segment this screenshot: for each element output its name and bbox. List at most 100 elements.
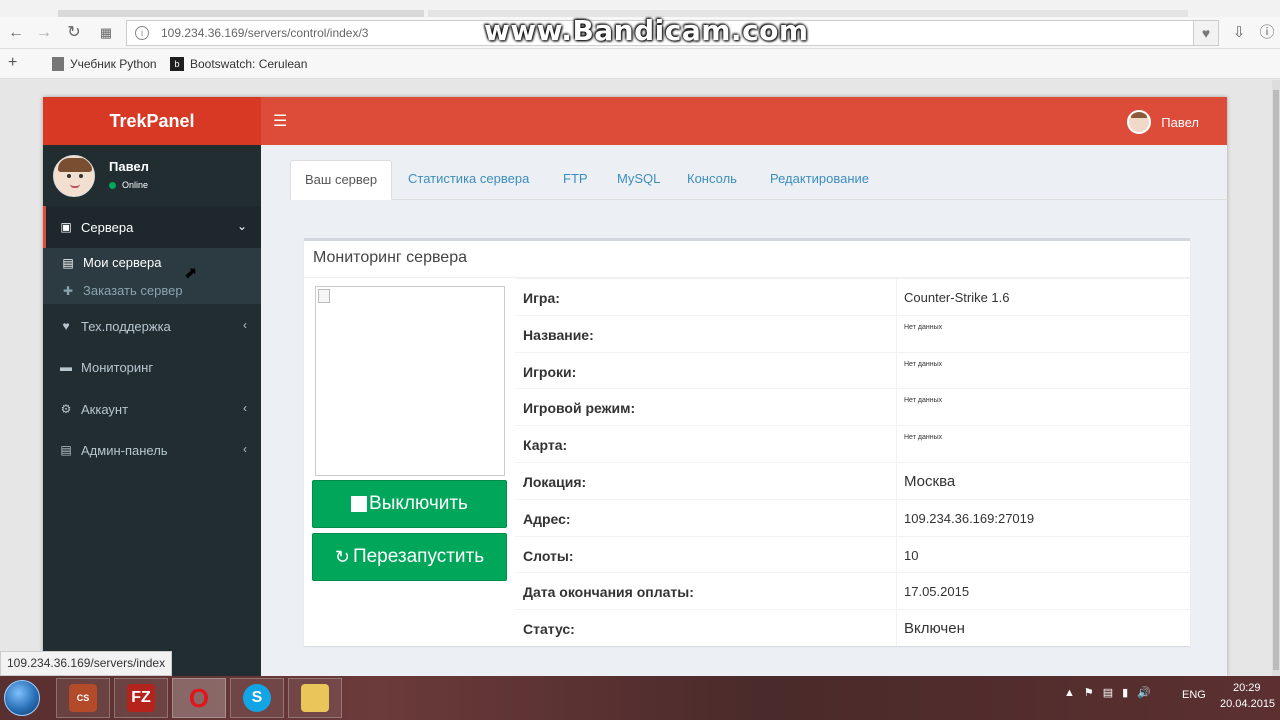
back-icon[interactable]: ← bbox=[6, 23, 26, 43]
table-row: Слоты: 10 bbox=[515, 535, 1190, 573]
sidebar-item-order-server[interactable]: ✚ Заказать сервер bbox=[61, 283, 183, 298]
tab-edit[interactable]: Редактирование bbox=[756, 160, 883, 200]
sidebar-item-label: Аккаунт bbox=[81, 401, 129, 417]
chevron-down-icon: ⌄ bbox=[236, 219, 247, 233]
add-bookmark-icon[interactable]: + bbox=[8, 54, 17, 72]
server-icon: ▤ bbox=[62, 255, 74, 270]
server-tabs: Ваш сервер Статистика сервера FTP MySQL … bbox=[290, 160, 1228, 200]
tab-your-server[interactable]: Ваш сервер bbox=[290, 160, 393, 200]
start-button[interactable] bbox=[4, 680, 40, 716]
table-row: Игровой режим: Нет данных bbox=[515, 388, 1190, 426]
taskbar-cs-app[interactable]: CS bbox=[56, 678, 110, 718]
monitoring-box: Мониторинг сервера Выключить ↻ Перезапус… bbox=[304, 238, 1190, 646]
tab-console[interactable]: Консоль bbox=[673, 160, 751, 200]
refresh-icon: ↻ bbox=[334, 546, 350, 567]
signal-icon[interactable]: ▮ bbox=[1122, 686, 1128, 699]
sidebar-item-support[interactable]: ♥ Тех.поддержка ‹ bbox=[43, 305, 261, 347]
table-row: Карта: Нет данных bbox=[515, 425, 1190, 462]
sidebar-item-label: Мои сервера bbox=[83, 255, 162, 270]
avatar bbox=[1127, 110, 1152, 134]
bootswatch-icon: b bbox=[170, 57, 184, 71]
site-info-icon[interactable]: i bbox=[135, 26, 149, 40]
info-icon[interactable]: ⓘ bbox=[1258, 24, 1276, 42]
sidebar-item-label: Сервера bbox=[81, 219, 134, 235]
language-indicator[interactable]: ENG bbox=[1182, 689, 1206, 701]
restart-server-button[interactable]: ↻ Перезапустить bbox=[312, 533, 507, 581]
folder-icon: ▬ bbox=[60, 360, 72, 374]
stop-server-button[interactable]: Выключить bbox=[312, 480, 507, 528]
tab-mysql[interactable]: MySQL bbox=[603, 160, 674, 200]
server-banner-image bbox=[315, 286, 505, 476]
plus-icon: ✚ bbox=[62, 283, 74, 298]
network-icon[interactable]: ▤ bbox=[1103, 686, 1113, 699]
show-hidden-icons-icon[interactable]: ▲ bbox=[1064, 687, 1075, 699]
clock-time[interactable]: 20:29 bbox=[1233, 682, 1261, 694]
taskbar-skype[interactable]: S bbox=[230, 678, 284, 718]
sidebar-toggle-icon[interactable]: ☰ bbox=[273, 111, 287, 131]
taskbar-filezilla[interactable]: FZ bbox=[114, 678, 168, 718]
opera-icon: O bbox=[188, 682, 210, 713]
header-user-name: Павел bbox=[1161, 114, 1199, 130]
button-label: Выключить bbox=[369, 493, 468, 514]
app-header: TrekPanel ☰ Павел bbox=[43, 97, 1227, 145]
clock-date[interactable]: 20.04.2015 bbox=[1220, 698, 1275, 710]
servers-submenu: ▤ Мои сервера ✚ Заказать сервер bbox=[43, 248, 261, 304]
forward-icon[interactable]: → bbox=[34, 23, 54, 43]
bookmarks-bar: + Учебник Python b Bootswatch: Cerulean bbox=[0, 49, 1280, 79]
tab-ftp[interactable]: FTP bbox=[549, 160, 602, 200]
volume-icon[interactable]: 🔊 bbox=[1137, 686, 1151, 699]
button-label: Перезапустить bbox=[352, 546, 485, 567]
mouse-cursor-icon: ⬈ bbox=[184, 265, 198, 282]
sidebar-item-servers[interactable]: ▣ Сервера ⌄ bbox=[43, 206, 261, 248]
user-panel: Павел Online bbox=[43, 145, 261, 205]
taskbar-explorer[interactable] bbox=[288, 678, 342, 718]
sidebar-item-monitoring[interactable]: ▬ Мониторинг bbox=[43, 346, 261, 388]
stop-icon bbox=[351, 496, 368, 512]
sidebar: Павел Online ▣ Сервера ⌄ ▤ Мои сервера ✚… bbox=[43, 145, 261, 676]
system-tray: ▲ ⚑ ▤ ▮ 🔊 bbox=[1064, 686, 1151, 700]
bookmark-python[interactable]: Учебник Python bbox=[52, 57, 157, 71]
page-icon bbox=[52, 57, 64, 71]
skype-icon: S bbox=[243, 684, 271, 712]
table-row: Игра: Counter-Strike 1.6 bbox=[515, 278, 1190, 315]
download-icon[interactable]: ⇩ bbox=[1230, 24, 1248, 42]
tab-statistics[interactable]: Статистика сервера bbox=[394, 160, 543, 200]
bookmark-label: Bootswatch: Cerulean bbox=[190, 57, 308, 71]
reload-icon[interactable]: ↻ bbox=[64, 23, 84, 43]
bookmark-bootswatch[interactable]: b Bootswatch: Cerulean bbox=[170, 57, 307, 71]
broken-image-icon bbox=[318, 289, 330, 303]
taskbar-opera[interactable]: O bbox=[172, 678, 226, 718]
chevron-left-icon: ‹ bbox=[243, 442, 247, 456]
table-row: Локация: Москва bbox=[515, 461, 1190, 499]
page-scrollbar[interactable] bbox=[1272, 80, 1280, 676]
sidebar-item-my-servers[interactable]: ▤ Мои сервера bbox=[61, 255, 162, 270]
chevron-left-icon: ‹ bbox=[243, 401, 247, 415]
scrollbar-thumb[interactable] bbox=[1273, 90, 1279, 670]
chevron-left-icon: ‹ bbox=[243, 318, 247, 332]
cs-app-icon: CS bbox=[69, 684, 97, 712]
box-title: Мониторинг сервера bbox=[313, 249, 467, 266]
server-info-table: Игра: Counter-Strike 1.6 Название: Нет дан… bbox=[515, 278, 1190, 646]
speed-dial-icon[interactable]: ▦ bbox=[96, 23, 116, 43]
user-status: Online bbox=[109, 180, 148, 190]
link-status-url: 109.234.36.169/servers/index bbox=[0, 651, 173, 676]
header-user-menu[interactable]: Павел bbox=[1127, 110, 1199, 134]
server-icon: ▤ bbox=[60, 443, 72, 457]
online-dot-icon bbox=[109, 181, 116, 189]
app-logo[interactable]: TrekPanel bbox=[43, 97, 261, 145]
user-name: Павел bbox=[109, 159, 149, 174]
flag-icon[interactable]: ⚑ bbox=[1084, 686, 1094, 699]
browser-tab[interactable] bbox=[58, 10, 424, 17]
sidebar-item-admin[interactable]: ▤ Админ-панель ‹ bbox=[43, 429, 261, 471]
main-content: Ваш сервер Статистика сервера FTP MySQL … bbox=[261, 145, 1228, 676]
heart-icon: ♥ bbox=[62, 319, 70, 333]
sidebar-item-account[interactable]: ⚙ Аккаунт ‹ bbox=[43, 388, 261, 430]
folder-icon bbox=[301, 684, 329, 712]
avatar bbox=[53, 155, 95, 197]
sidebar-item-label: Мониторинг bbox=[81, 359, 154, 375]
table-row: Название: Нет данных bbox=[515, 314, 1190, 352]
sidebar-item-label: Тех.поддержка bbox=[81, 318, 171, 334]
table-row: Дата окончания оплаты: 17.05.2015 bbox=[515, 572, 1190, 610]
bookmark-heart-icon[interactable]: ♥ bbox=[1193, 20, 1219, 46]
table-row: Игроки: Нет данных bbox=[515, 351, 1190, 389]
